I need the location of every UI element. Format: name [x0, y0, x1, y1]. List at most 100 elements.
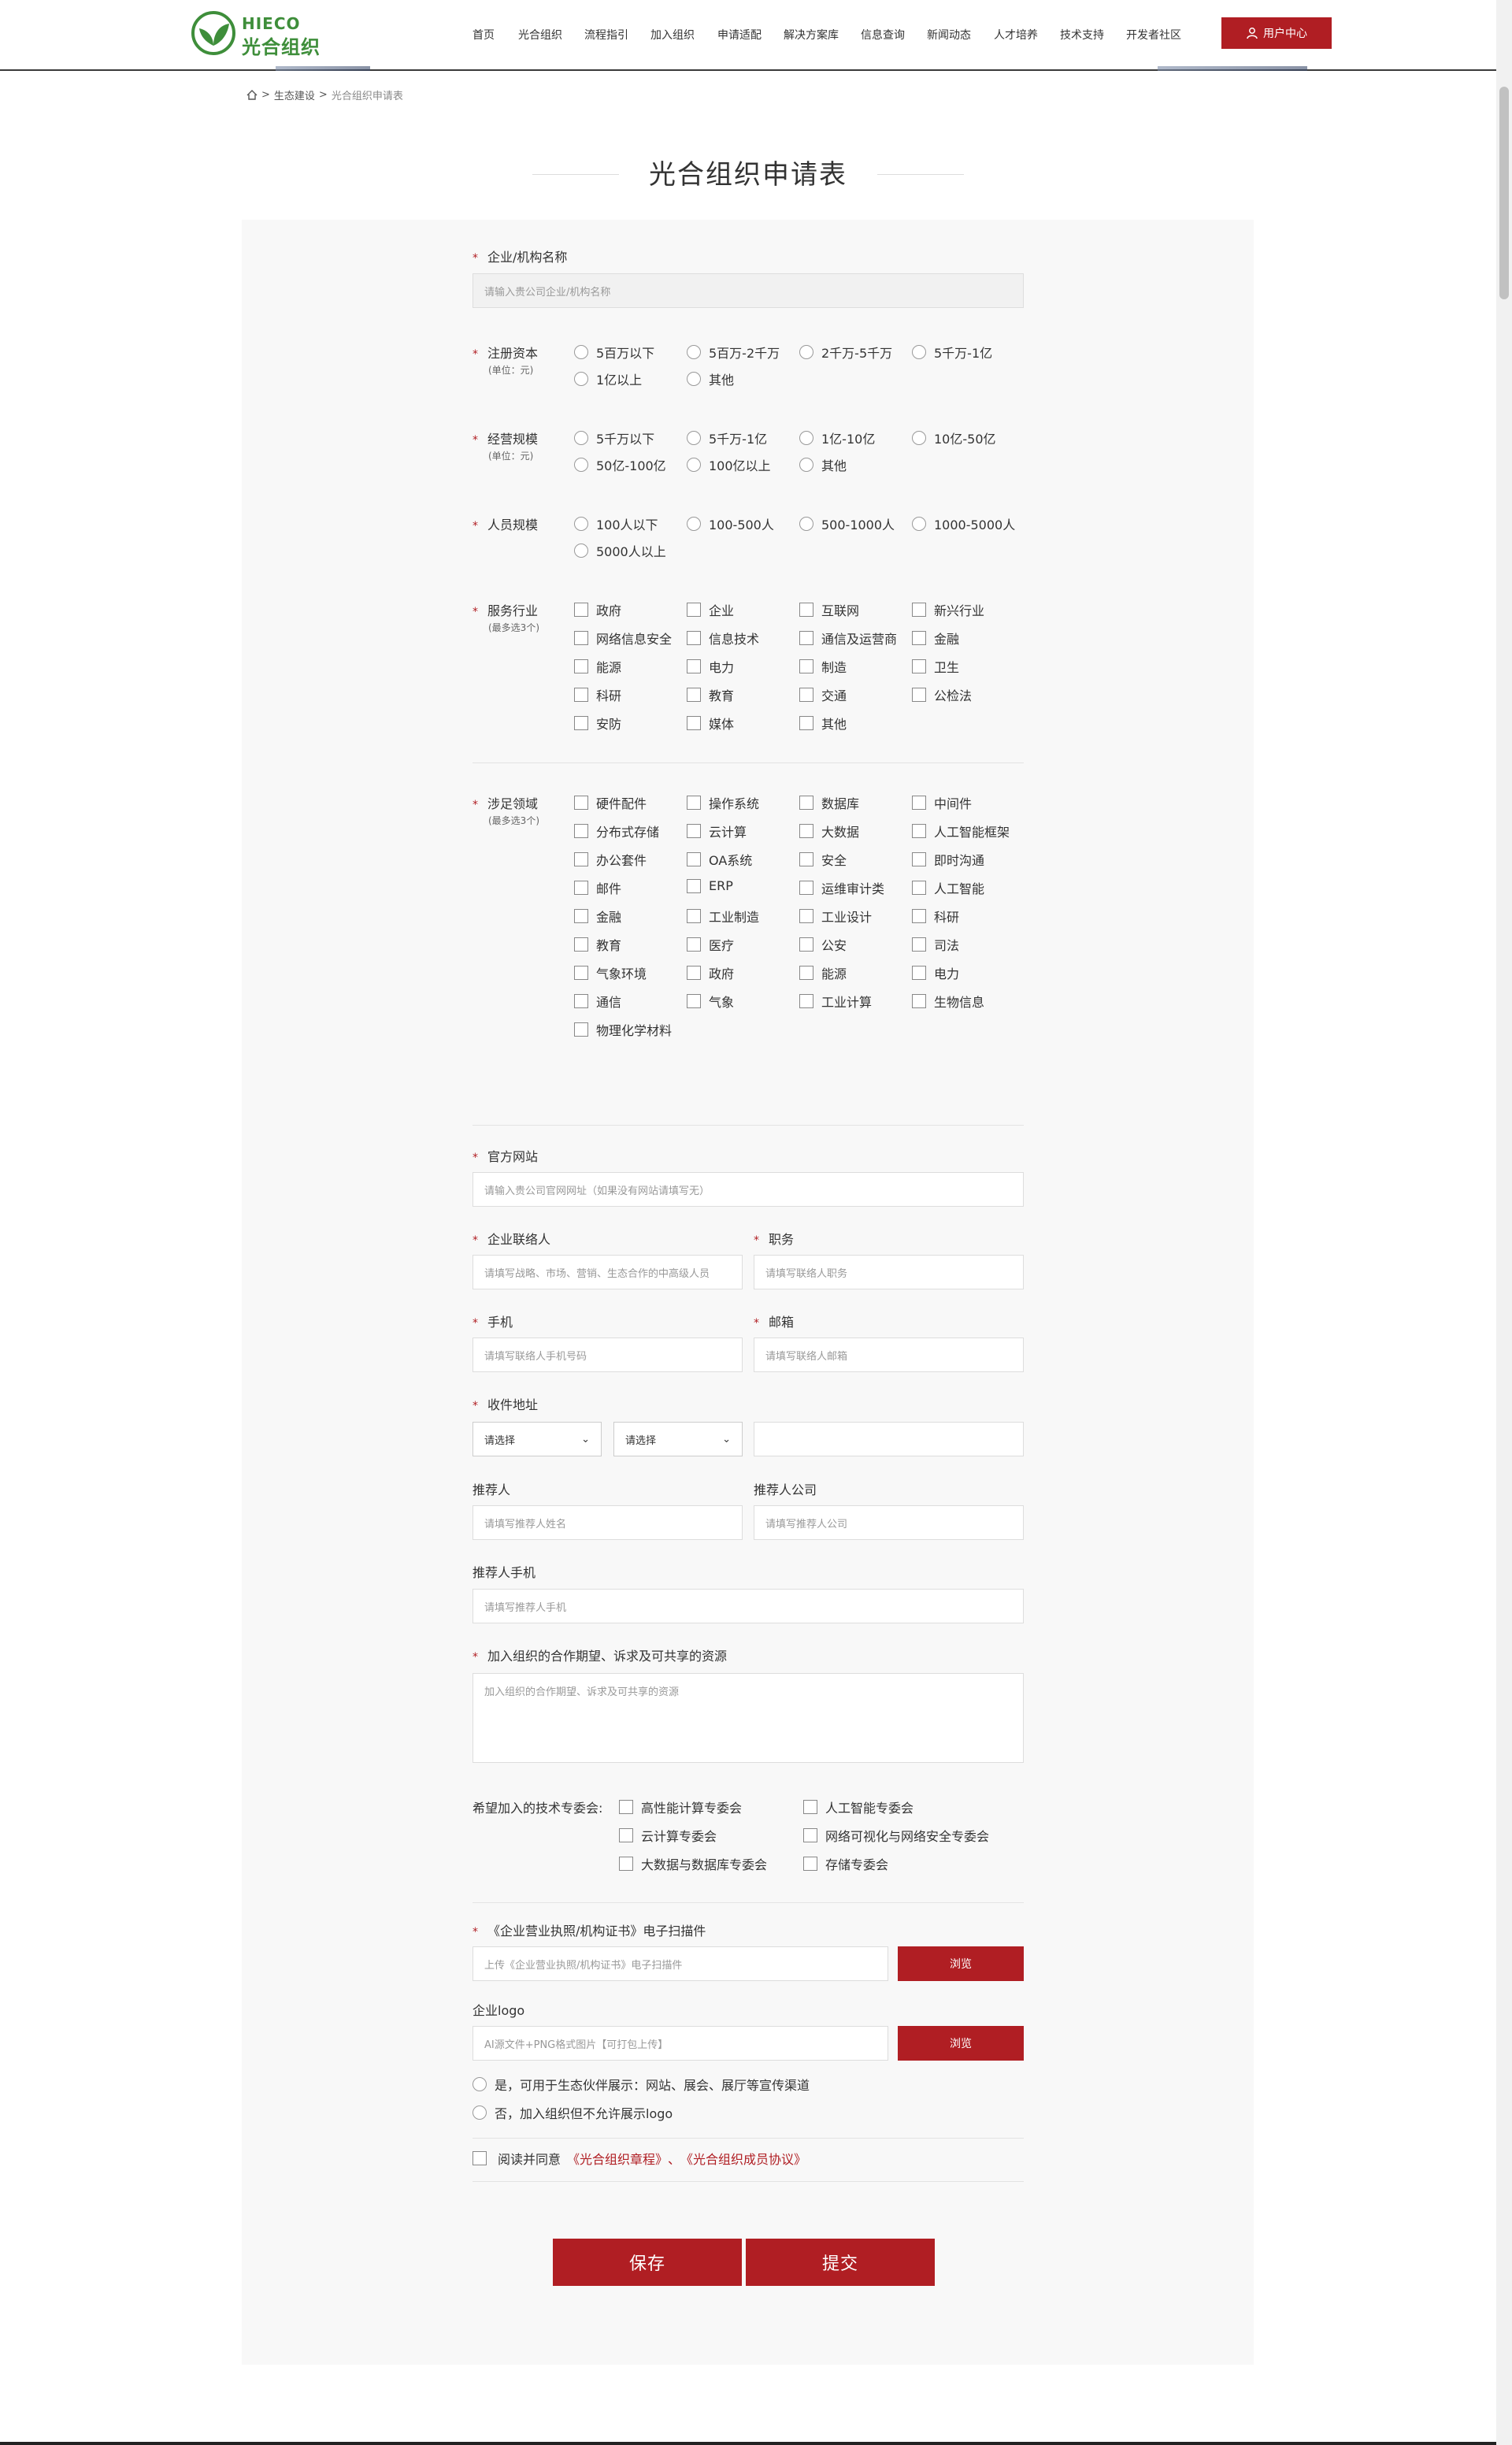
nav-item-talent[interactable]: 人才培养	[994, 27, 1060, 43]
license-file-input[interactable]: 上传《企业营业执照/机构证书》电子扫描件	[472, 1946, 888, 1981]
website-input[interactable]: 请输入贵公司官网网址（如果没有网站请填写无）	[472, 1172, 1024, 1207]
logo-file-input[interactable]: AI源文件+PNG格式图片【可打包上传】	[472, 2026, 888, 2061]
domain-checkbox[interactable]: ERP	[687, 878, 733, 893]
referrer-company-input[interactable]: 请填写推荐人公司	[754, 1505, 1024, 1540]
domain-checkbox[interactable]: 公安	[799, 935, 847, 954]
domain-checkbox[interactable]: 政府	[687, 963, 734, 982]
domain-checkbox[interactable]: 教育	[574, 935, 621, 954]
capital-option[interactable]: 5百万以下	[574, 343, 654, 362]
domain-checkbox[interactable]: 云计算	[687, 822, 747, 840]
page-scrollbar[interactable]	[1496, 0, 1512, 2445]
logo-usage-yes-radio[interactable]: 是，可用于生态伙伴展示：网站、展会、展厅等宣传渠道	[472, 2075, 810, 2094]
domain-checkbox[interactable]: 司法	[912, 935, 959, 954]
capital-option[interactable]: 5百万-2千万	[687, 343, 780, 362]
capital-option[interactable]: 其他	[687, 369, 734, 388]
breadcrumb-ecosystem[interactable]: 生态建设	[274, 87, 315, 102]
domain-checkbox[interactable]: 工业设计	[799, 907, 872, 926]
capital-option[interactable]: 1亿以上	[574, 369, 642, 388]
committee-checkbox[interactable]: 云计算专委会	[619, 1826, 717, 1845]
domain-checkbox[interactable]: 大数据	[799, 822, 859, 840]
company-name-input[interactable]: 请输入贵公司企业/机构名称	[472, 273, 1024, 308]
domain-checkbox[interactable]: 人工智能	[912, 878, 984, 897]
revenue-option[interactable]: 100亿以上	[687, 455, 771, 474]
staff-option[interactable]: 1000-5000人	[912, 514, 1015, 533]
committee-checkbox[interactable]: 人工智能专委会	[803, 1798, 914, 1816]
domain-checkbox[interactable]: 人工智能框架	[912, 822, 1010, 840]
industry-checkbox[interactable]: 金融	[912, 629, 959, 647]
contact-input[interactable]: 请填写战略、市场、营销、生态合作的中高级人员	[472, 1255, 743, 1289]
domain-checkbox[interactable]: 操作系统	[687, 793, 759, 812]
capital-option[interactable]: 2千万-5千万	[799, 343, 892, 362]
domain-checkbox[interactable]: 医疗	[687, 935, 734, 954]
nav-item-home[interactable]: 首页	[472, 27, 518, 43]
industry-checkbox[interactable]: 公检法	[912, 685, 972, 704]
industry-checkbox[interactable]: 教育	[687, 685, 734, 704]
revenue-option[interactable]: 10亿-50亿	[912, 429, 996, 447]
scrollbar-thumb[interactable]	[1499, 87, 1509, 299]
staff-option[interactable]: 100-500人	[687, 514, 774, 533]
industry-checkbox[interactable]: 卫生	[912, 657, 959, 676]
staff-option[interactable]: 5000人以上	[574, 541, 666, 560]
province-select[interactable]: 请选择 ⌄	[472, 1422, 602, 1456]
industry-checkbox[interactable]: 通信及运营商	[799, 629, 897, 647]
domain-checkbox[interactable]: 硬件配件	[574, 793, 647, 812]
domain-checkbox[interactable]: 物理化学材料	[574, 1020, 672, 1039]
industry-checkbox[interactable]: 互联网	[799, 600, 859, 619]
domain-checkbox[interactable]: 生物信息	[912, 992, 984, 1011]
domain-checkbox[interactable]: 工业计算	[799, 992, 872, 1011]
domain-checkbox[interactable]: 分布式存储	[574, 822, 659, 840]
referrer-phone-input[interactable]: 请填写推荐人手机	[472, 1589, 1024, 1623]
email-input[interactable]: 请填写联络人邮箱	[754, 1338, 1024, 1372]
domain-checkbox[interactable]: 工业制造	[687, 907, 759, 926]
revenue-option[interactable]: 50亿-100亿	[574, 455, 666, 474]
industry-checkbox[interactable]: 安防	[574, 714, 621, 733]
domain-checkbox[interactable]: 气象	[687, 992, 734, 1011]
charter-link[interactable]: 《光合组织章程》	[567, 2149, 668, 2168]
logo-usage-no-radio[interactable]: 否，加入组织但不允许展示logo	[472, 2103, 673, 2122]
domain-checkbox[interactable]: 邮件	[574, 878, 621, 897]
member-agreement-link[interactable]: 《光合组织成员协议》	[680, 2149, 806, 2168]
home-icon[interactable]	[246, 90, 258, 100]
nav-item-organization[interactable]: 光合组织	[518, 27, 584, 43]
domain-checkbox[interactable]: 通信	[574, 992, 621, 1011]
revenue-option[interactable]: 其他	[799, 455, 847, 474]
domain-checkbox[interactable]: 即时沟通	[912, 850, 984, 869]
industry-checkbox[interactable]: 其他	[799, 714, 847, 733]
domain-checkbox[interactable]: 科研	[912, 907, 959, 926]
domain-checkbox[interactable]: 金融	[574, 907, 621, 926]
referrer-input[interactable]: 请填写推荐人姓名	[472, 1505, 743, 1540]
industry-checkbox[interactable]: 政府	[574, 600, 621, 619]
industry-checkbox[interactable]: 信息技术	[687, 629, 759, 647]
domain-checkbox[interactable]: 气象环境	[574, 963, 647, 982]
expectation-textarea[interactable]: 加入组织的合作期望、诉求及可共享的资源	[472, 1673, 1024, 1763]
revenue-option[interactable]: 5千万以下	[574, 429, 654, 447]
domain-checkbox[interactable]: 安全	[799, 850, 847, 869]
address-detail-input[interactable]	[754, 1422, 1024, 1456]
industry-checkbox[interactable]: 制造	[799, 657, 847, 676]
domain-checkbox[interactable]: 电力	[912, 963, 959, 982]
agreement-checkbox[interactable]: 阅读并同意 《光合组织章程》 、 《光合组织成员协议》	[472, 2149, 806, 2168]
city-select[interactable]: 请选择 ⌄	[613, 1422, 743, 1456]
industry-checkbox[interactable]: 网络信息安全	[574, 629, 672, 647]
position-input[interactable]: 请填写联络人职务	[754, 1255, 1024, 1289]
industry-checkbox[interactable]: 新兴行业	[912, 600, 984, 619]
nav-item-solutions[interactable]: 解决方案库	[784, 27, 861, 43]
domain-checkbox[interactable]: 能源	[799, 963, 847, 982]
domain-checkbox[interactable]: 运维审计类	[799, 878, 884, 897]
save-button[interactable]: 保存	[553, 2239, 742, 2286]
domain-checkbox[interactable]: 数据库	[799, 793, 859, 812]
revenue-option[interactable]: 1亿-10亿	[799, 429, 875, 447]
committee-checkbox[interactable]: 大数据与数据库专委会	[619, 1854, 767, 1873]
logo-browse-button[interactable]: 浏览	[898, 2026, 1024, 2061]
domain-checkbox[interactable]: 中间件	[912, 793, 972, 812]
user-center-button[interactable]: 用户中心	[1221, 17, 1332, 49]
nav-item-support[interactable]: 技术支持	[1060, 27, 1126, 43]
nav-item-developer[interactable]: 开发者社区	[1126, 27, 1181, 43]
nav-item-news[interactable]: 新闻动态	[927, 27, 994, 43]
nav-item-adapt[interactable]: 申请适配	[717, 27, 784, 43]
nav-item-join[interactable]: 加入组织	[650, 27, 717, 43]
staff-option[interactable]: 500-1000人	[799, 514, 895, 533]
industry-checkbox[interactable]: 企业	[687, 600, 734, 619]
capital-option[interactable]: 5千万-1亿	[912, 343, 992, 362]
industry-checkbox[interactable]: 媒体	[687, 714, 734, 733]
